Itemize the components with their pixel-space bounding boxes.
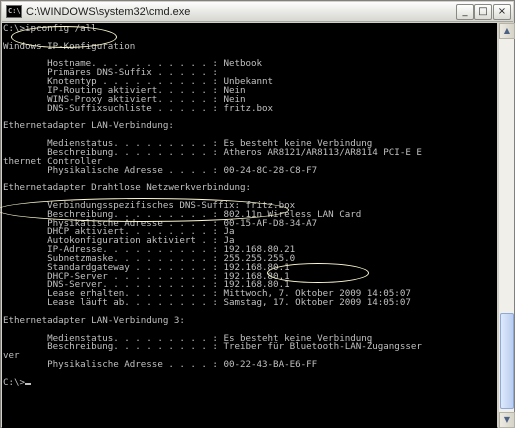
cmd-icon[interactable]: C:\ — [6, 5, 22, 18]
console-line: Lease läuft ab. . . . . . . . : Samstag,… — [3, 297, 411, 309]
window-title: C:\WINDOWS\system32\cmd.exe — [26, 6, 191, 18]
console-output[interactable]: C:\>ipconfig /all Windows-IP-Konfigurati… — [2, 23, 497, 428]
title-bar[interactable]: C:\ C:\WINDOWS\system32\cmd.exe _ □ × — [2, 2, 513, 22]
maximize-button[interactable]: □ — [474, 4, 492, 20]
console-line: C:\> — [3, 376, 26, 388]
console-line: Ethernetadapter Drahtlose Netzwerkverbin… — [3, 182, 252, 194]
console-line: Ethernetadapter LAN-Verbindung: — [3, 120, 174, 132]
scroll-up-arrow-icon[interactable]: ▲ — [499, 23, 515, 39]
console-line: Physikalische Adresse . . . . : 00-24-8C… — [3, 164, 318, 176]
scroll-down-arrow-icon[interactable]: ▼ — [499, 412, 515, 428]
console-line: Windows-IP-Konfiguration — [3, 40, 136, 52]
text-cursor — [25, 382, 32, 385]
vertical-scrollbar[interactable]: ▲ ▼ — [498, 23, 515, 428]
console-line: C:\>ipconfig /all — [3, 23, 97, 34]
console-line: Ethernetadapter LAN-Verbindung 3: — [3, 314, 185, 326]
minimize-button[interactable]: _ — [456, 4, 474, 20]
scroll-thumb[interactable] — [500, 313, 514, 409]
console-line: Physikalische Adresse . . . . : 00-22-43… — [3, 359, 318, 371]
console-text: C:\>ipconfig /all Windows-IP-Konfigurati… — [3, 23, 422, 388]
console-line: DNS-Suffixsuchliste . . . . . : fritz.bo… — [3, 102, 274, 114]
cmd-icon-label: C:\ — [8, 7, 21, 15]
close-button[interactable]: × — [493, 4, 511, 20]
console-line: Beschreibung. . . . . . . . . : Treiber … — [3, 341, 422, 353]
cmd-window: C:\ C:\WINDOWS\system32\cmd.exe _ □ × C:… — [0, 0, 515, 428]
